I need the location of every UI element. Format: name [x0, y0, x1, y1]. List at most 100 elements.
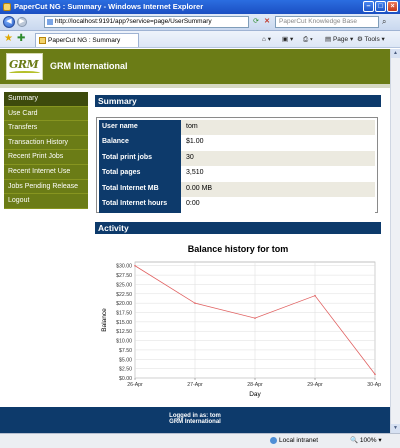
y-tick-label: $2.50: [119, 367, 132, 373]
sidebar-item-logout[interactable]: Logout: [4, 194, 88, 209]
chart-title: Balance history for tom: [188, 244, 289, 254]
balance-point: [254, 317, 256, 319]
address-bar: ◀ ▶ http://localhost:9191/app?service=pa…: [0, 14, 400, 31]
summary-row: Balance $1.00: [99, 135, 375, 151]
tab-title: PaperCut NG : Summary: [48, 37, 121, 44]
logged-in-line: Logged in as: tom: [0, 407, 390, 419]
favorites-star-icon[interactable]: ★: [4, 33, 13, 45]
back-button[interactable]: ◀: [3, 16, 15, 28]
header-divider: [0, 84, 390, 88]
minimize-icon[interactable]: –: [363, 1, 374, 12]
summary-row: User name tom: [99, 120, 375, 136]
balance-chart-svg: Balance history for tom Balance Day $0.0…: [101, 244, 383, 398]
summary-table: User name tom Balance $1.00 Total print …: [96, 117, 378, 213]
summary-label: Total Internet MB: [99, 181, 181, 198]
tools-menu-label: Tools: [364, 36, 380, 43]
page-icon: [47, 19, 53, 25]
y-tick-label: $12.50: [116, 329, 132, 335]
summary-label: Total print jobs: [99, 150, 181, 167]
forward-button[interactable]: ▶: [17, 17, 27, 27]
search-icon[interactable]: ⌕: [382, 17, 394, 27]
maximize-icon[interactable]: □: [375, 1, 386, 12]
sidebar-item-recent-print-jobs[interactable]: Recent Print Jobs: [4, 150, 88, 165]
sidebar-item-transfers[interactable]: Transfers: [4, 121, 88, 136]
search-placeholder: PaperCut Knowledge Base: [279, 18, 358, 25]
sidebar-item-transaction-history[interactable]: Transaction History: [4, 135, 88, 151]
x-tick-label: 30-Apr: [367, 382, 381, 388]
y-tick-label: $17.50: [116, 311, 132, 317]
tab-summary[interactable]: PaperCut NG : Summary: [35, 33, 139, 47]
home-icon[interactable]: ⌂ ▾: [262, 34, 271, 45]
add-favorite-icon[interactable]: ✚: [17, 33, 25, 45]
page-footer: Logged in as: tom GRM International: [0, 407, 390, 433]
y-tick-label: $5.00: [119, 357, 132, 363]
globe-icon: [270, 436, 277, 444]
balance-chart: Balance history for tom Balance Day $0.0…: [95, 240, 383, 400]
summary-label: Balance: [99, 135, 181, 151]
page-scrollbar[interactable]: ▲ ▼: [390, 49, 400, 433]
summary-value: 0.00 MB: [181, 181, 375, 198]
y-tick-label: $25.00: [116, 282, 132, 288]
balance-point: [134, 264, 136, 267]
sidebar-nav: Summary Use Card Transfers Transaction H…: [4, 92, 88, 209]
sidebar-item-jobs-pending-release[interactable]: Jobs Pending Release: [4, 179, 88, 195]
balance-point: [314, 294, 316, 297]
feeds-icon[interactable]: ▣ ▾: [282, 34, 293, 45]
sidebar-item-summary[interactable]: Summary: [4, 92, 88, 107]
y-tick-label: $20.00: [116, 301, 132, 307]
chart-xlabel: Day: [249, 391, 261, 398]
sidebar-item-recent-internet-use[interactable]: Recent Internet Use: [4, 164, 88, 180]
search-input[interactable]: PaperCut Knowledge Base: [275, 16, 379, 28]
activity-heading: Activity: [95, 222, 381, 234]
tab-page-icon: [39, 37, 46, 44]
refresh-icon[interactable]: ⟳: [251, 17, 261, 27]
sidebar-item-use-card[interactable]: Use Card: [4, 106, 88, 122]
summary-row: Total print jobs 30: [99, 150, 375, 167]
y-tick-label: $30.00: [116, 264, 132, 270]
ie-icon: [3, 3, 11, 11]
logo-wave-icon: [9, 71, 40, 75]
summary-value: 30: [181, 150, 375, 167]
zoom-level: 100%: [359, 437, 377, 444]
print-icon[interactable]: ⎙ ▾: [303, 34, 313, 45]
summary-label: Total pages: [99, 166, 181, 182]
logo-text: GRM: [9, 58, 39, 71]
summary-value: $1.00: [181, 135, 375, 151]
chart-ylabel: Balance: [101, 308, 108, 332]
page-menu[interactable]: ▤ Page ▾: [325, 34, 353, 45]
y-tick-label: $27.50: [116, 273, 132, 279]
url-text: http://localhost:9191/app?service=page/U…: [55, 18, 212, 25]
x-tick-label: 27-Apr: [187, 382, 203, 388]
y-tick-label: $7.50: [119, 348, 132, 354]
status-bar: Local intranet 🔍 100% ▾: [0, 433, 400, 448]
close-icon[interactable]: ×: [387, 1, 398, 12]
page-menu-label: Page: [332, 36, 349, 43]
summary-row: Total Internet hours 0:00: [99, 197, 375, 213]
x-tick-label: 28-Apr: [247, 382, 263, 388]
summary-value: tom: [181, 120, 375, 136]
summary-value: 3,510: [181, 166, 375, 182]
x-tick-label: 26-Apr: [127, 382, 143, 388]
tools-menu[interactable]: ⚙ Tools ▾: [357, 34, 385, 45]
grm-logo: GRM: [6, 53, 43, 80]
stop-icon[interactable]: ✕: [262, 17, 272, 27]
org-name: GRM International: [50, 61, 128, 71]
summary-heading: Summary: [95, 95, 381, 107]
y-tick-label: $10.00: [116, 339, 132, 345]
summary-value: 0:00: [181, 197, 375, 213]
y-tick-label: $22.50: [116, 292, 132, 298]
summary-label: User name: [99, 120, 181, 136]
scroll-up-icon[interactable]: ▲: [391, 49, 400, 58]
zone-label: Local intranet: [279, 437, 319, 444]
summary-label: Total Internet hours: [99, 197, 181, 213]
summary-row: Total pages 3,510: [99, 166, 375, 182]
zoom-control[interactable]: 🔍 100% ▾: [350, 434, 382, 448]
tab-bar: ★ ✚ PaperCut NG : Summary ⌂ ▾ ▣ ▾ ⎙ ▾ ▤ …: [0, 31, 400, 48]
url-input[interactable]: http://localhost:9191/app?service=page/U…: [44, 16, 249, 28]
window-title: PaperCut NG : Summary - Windows Internet…: [14, 2, 204, 11]
y-tick-label: $15.00: [116, 320, 132, 326]
balance-point: [374, 373, 376, 376]
window-titlebar: PaperCut NG : Summary - Windows Internet…: [0, 0, 400, 14]
x-tick-label: 29-Apr: [307, 382, 323, 388]
scroll-down-icon[interactable]: ▼: [391, 424, 400, 433]
